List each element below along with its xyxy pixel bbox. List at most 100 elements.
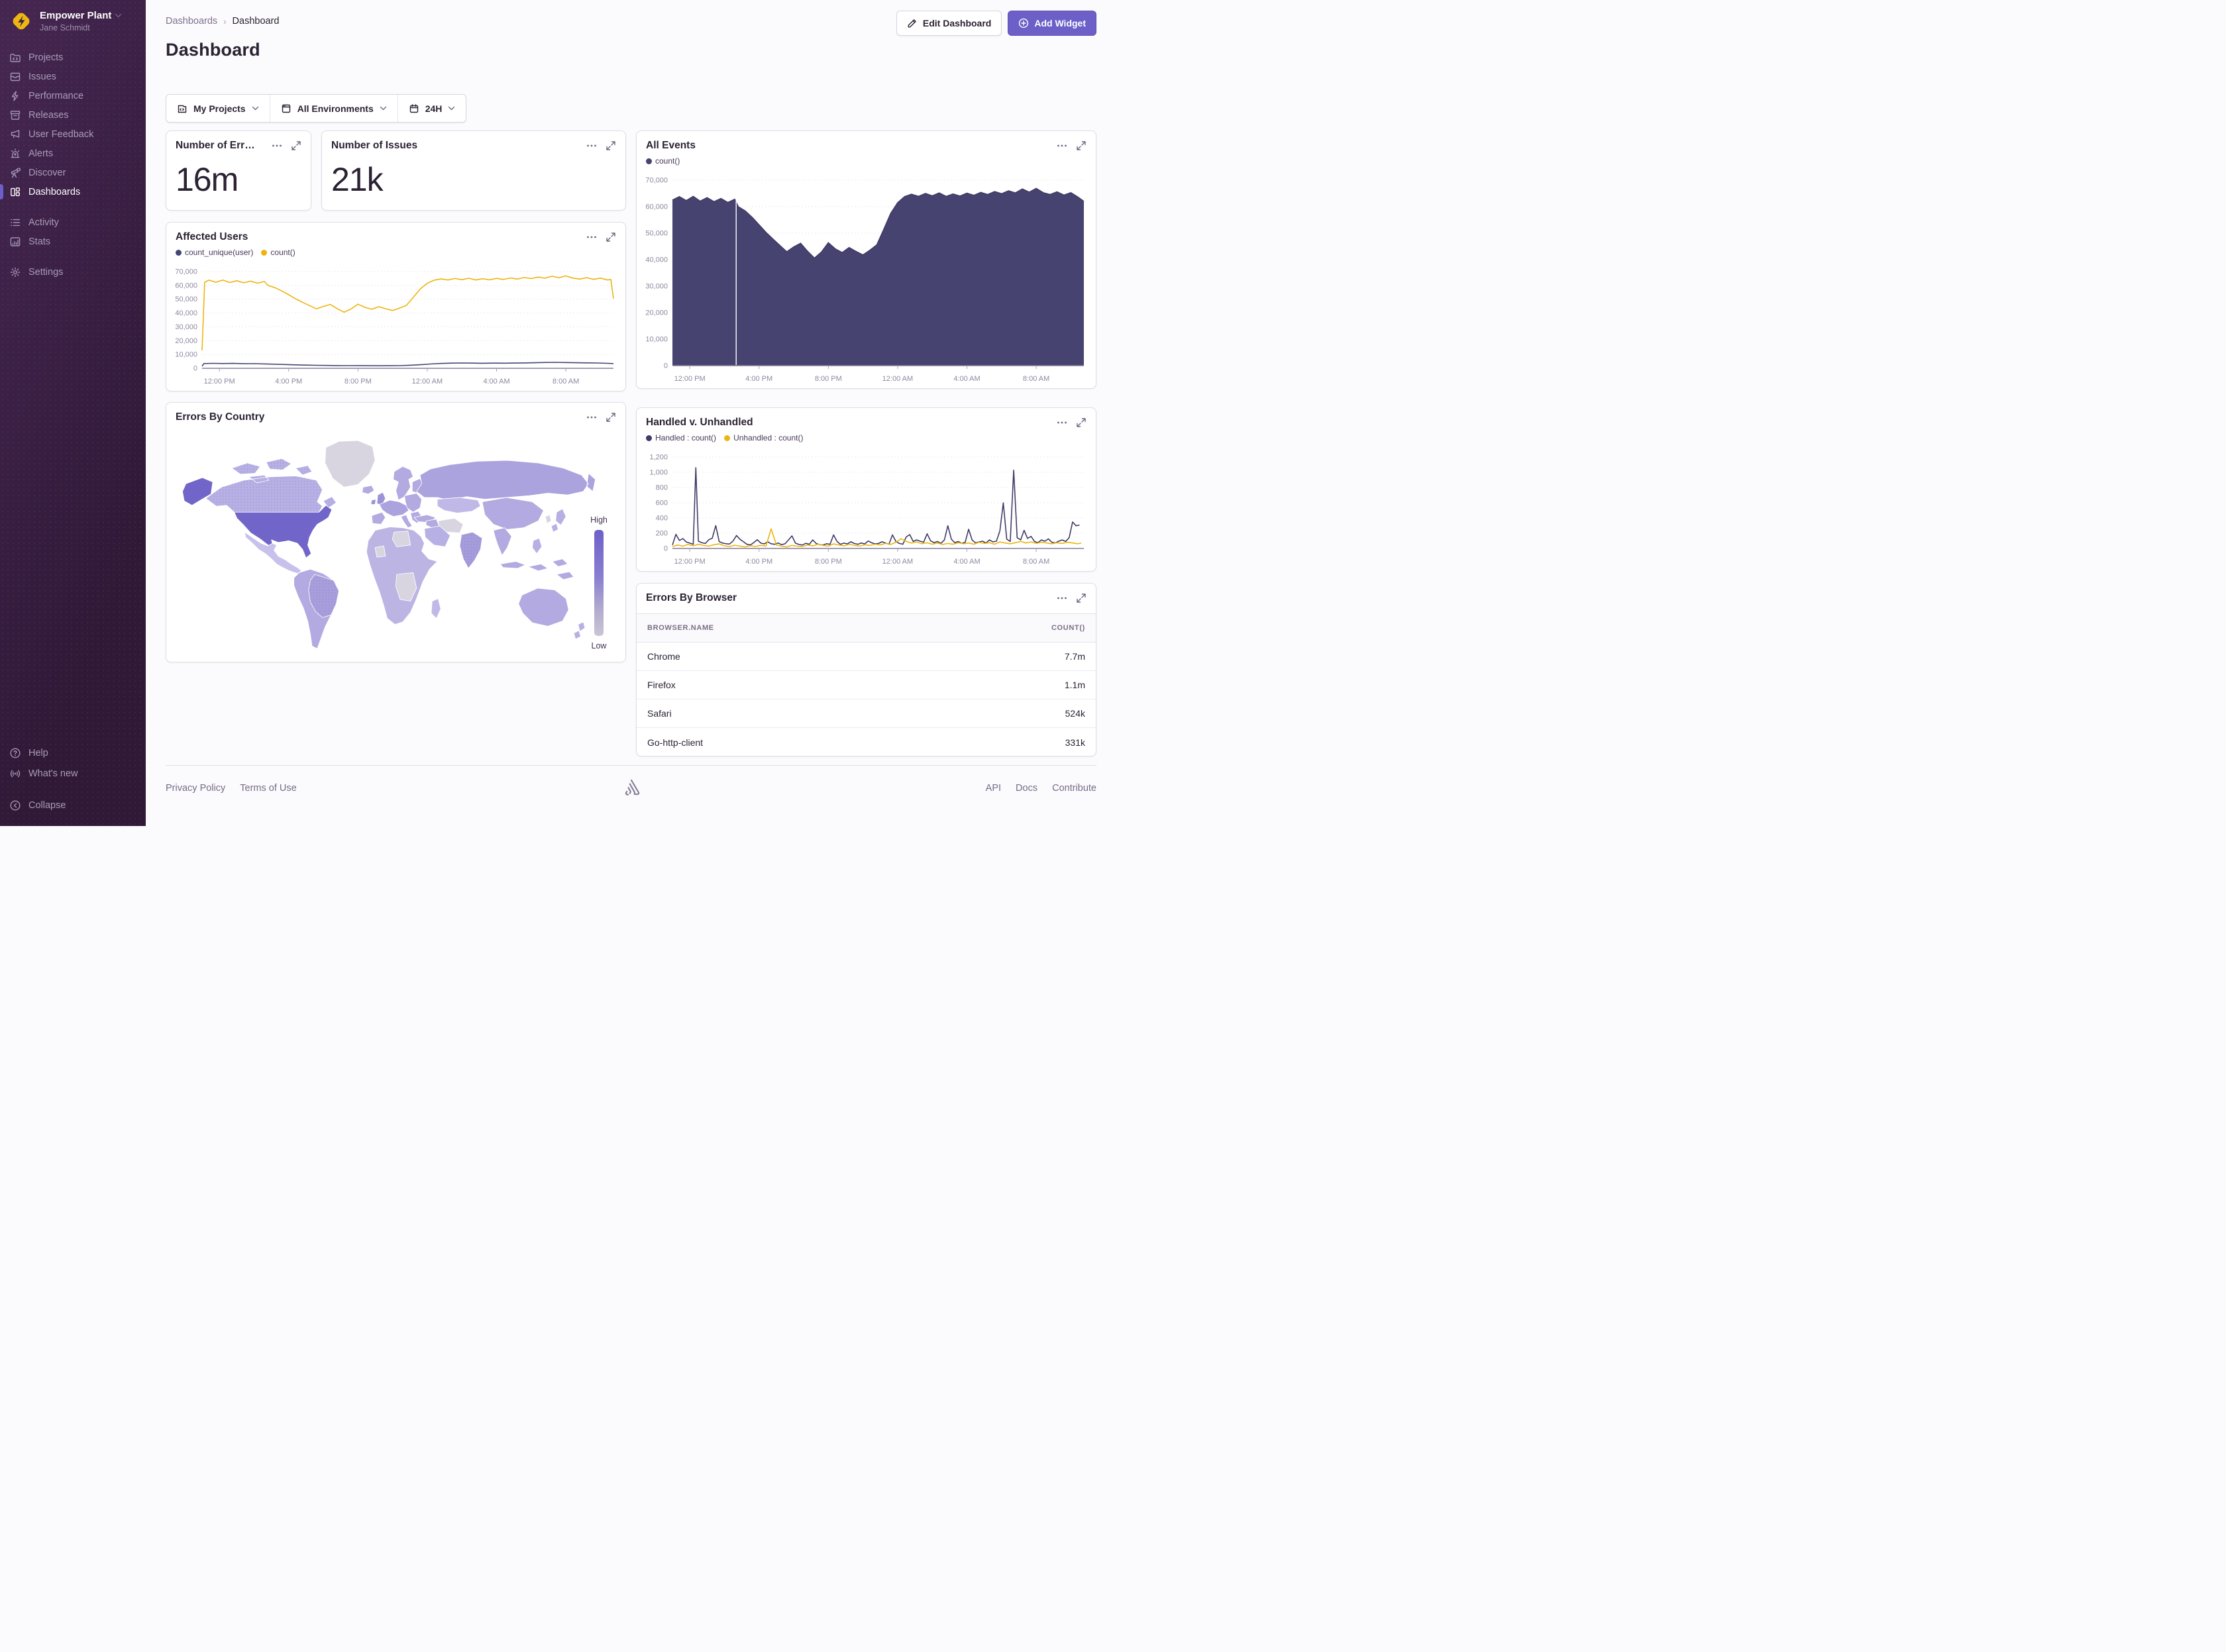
map-region-west_europe[interactable] xyxy=(380,500,409,517)
map-region-iberia[interactable] xyxy=(372,512,386,524)
table-row[interactable]: Chrome7.7m xyxy=(637,643,1096,671)
sidebar-item-user-feedback[interactable]: User Feedback xyxy=(0,125,146,144)
breadcrumb-dashboards-link[interactable]: Dashboards xyxy=(166,16,217,26)
edit-dashboard-button[interactable]: Edit Dashboard xyxy=(896,11,1002,36)
map-region-usa[interactable] xyxy=(235,505,332,558)
sidebar-item-help[interactable]: Help xyxy=(0,743,146,763)
svg-text:600: 600 xyxy=(656,499,668,507)
ellipsis-menu-icon[interactable] xyxy=(1057,140,1067,151)
footer-link-terms-of-use[interactable]: Terms of Use xyxy=(240,783,296,794)
environments-filter[interactable]: All Environments xyxy=(270,95,398,122)
svg-text:30,000: 30,000 xyxy=(645,283,668,291)
sidebar-item-performance[interactable]: Performance xyxy=(0,86,146,105)
sidebar-item-discover[interactable]: Discover xyxy=(0,163,146,182)
sidebar-item-what-s-new[interactable]: What's new xyxy=(0,763,146,784)
ellipsis-menu-icon[interactable] xyxy=(586,232,597,242)
svg-text:0: 0 xyxy=(193,365,197,373)
expand-icon[interactable] xyxy=(606,412,616,423)
table-row[interactable]: Go-http-client331k xyxy=(637,728,1096,756)
ellipsis-menu-icon[interactable] xyxy=(1057,593,1067,603)
sidebar-nav-bottom: Help What's new Collapse xyxy=(0,743,146,815)
expand-icon[interactable] xyxy=(606,232,616,242)
ellipsis-menu-icon[interactable] xyxy=(586,140,597,151)
time-range-filter[interactable]: 24H xyxy=(398,95,466,122)
sidebar-item-releases[interactable]: Releases xyxy=(0,105,146,125)
count-cell: 7.7m xyxy=(1065,651,1085,662)
ellipsis-menu-icon[interactable] xyxy=(272,140,282,151)
sidebar-item-alerts[interactable]: Alerts xyxy=(0,144,146,163)
map-region-sea[interactable] xyxy=(494,528,511,556)
table-row[interactable]: Safari524k xyxy=(637,699,1096,728)
expand-icon[interactable] xyxy=(1076,140,1086,151)
map-region-libya[interactable] xyxy=(392,531,410,546)
map-region-italy[interactable] xyxy=(401,515,412,528)
legend-item[interactable]: count() xyxy=(646,156,680,166)
sidebar-item-collapse[interactable]: Collapse xyxy=(0,795,146,815)
column-browser-name[interactable]: BROWSER.NAME xyxy=(647,624,714,632)
sidebar-item-activity[interactable]: Activity xyxy=(0,213,146,232)
feedback-icon xyxy=(9,129,21,140)
sidebar-item-issues[interactable]: Issues xyxy=(0,67,146,86)
table-row[interactable]: Firefox1.1m xyxy=(637,671,1096,699)
sidebar-item-label: Performance xyxy=(28,91,83,101)
map-region-png[interactable] xyxy=(556,572,574,580)
app-root: Empower Plant Jane Schmidt Projects Issue… xyxy=(0,0,1113,826)
map-region-canada[interactable] xyxy=(206,458,337,512)
legend-item[interactable]: Unhandled : count() xyxy=(724,433,803,442)
svg-text:60,000: 60,000 xyxy=(645,203,668,211)
expand-icon[interactable] xyxy=(606,140,616,151)
column-count[interactable]: COUNT() xyxy=(1051,624,1085,632)
map-region-sahel[interactable] xyxy=(375,546,386,557)
help-icon xyxy=(9,747,21,759)
map-region-philippines[interactable] xyxy=(533,538,542,553)
expand-icon[interactable] xyxy=(1076,417,1086,428)
org-switcher[interactable]: Empower Plant Jane Schmidt xyxy=(0,0,146,40)
browser-name-cell: Firefox xyxy=(647,680,676,690)
map-region-russia[interactable] xyxy=(417,460,596,500)
handled-unhandled-chart[interactable]: 02004006008001,0001,20012:00 PM4:00 PM8:… xyxy=(639,449,1090,568)
map-region-china[interactable] xyxy=(482,497,544,529)
map-region-indonesia[interactable] xyxy=(500,559,568,571)
footer-link-docs[interactable]: Docs xyxy=(1016,783,1037,794)
legend-item[interactable]: Handled : count() xyxy=(646,433,716,442)
legend-item[interactable]: count() xyxy=(261,248,295,257)
footer-links-right: API Docs Contribute xyxy=(986,783,1096,794)
footer-link-api[interactable]: API xyxy=(986,783,1001,794)
add-widget-button[interactable]: Add Widget xyxy=(1008,11,1096,36)
svg-text:8:00 PM: 8:00 PM xyxy=(815,375,842,383)
ellipsis-menu-icon[interactable] xyxy=(586,412,597,423)
map-region-australia[interactable] xyxy=(519,588,569,626)
breadcrumb: Dashboards › Dashboard xyxy=(166,16,279,26)
affected-users-chart[interactable]: 010,00020,00030,00040,00050,00060,00070,… xyxy=(169,264,620,388)
map-region-nz[interactable] xyxy=(574,622,585,639)
all-events-chart[interactable]: 010,00020,00030,00040,00050,00060,00070,… xyxy=(639,172,1090,386)
map-region-iceland[interactable] xyxy=(362,486,374,494)
sidebar-item-label: What's new xyxy=(28,768,78,779)
world-map[interactable] xyxy=(173,432,619,656)
map-region-japan[interactable] xyxy=(551,509,566,532)
issues-icon xyxy=(9,71,21,83)
sidebar-item-stats[interactable]: Stats xyxy=(0,232,146,251)
pencil-icon xyxy=(907,18,918,28)
footer-link-contribute[interactable]: Contribute xyxy=(1052,783,1096,794)
map-legend-low-label: Low xyxy=(586,641,612,650)
sidebar-item-label: Projects xyxy=(28,52,63,63)
expand-icon[interactable] xyxy=(1076,593,1086,603)
projects-filter[interactable]: My Projects xyxy=(166,95,270,122)
footer-link-privacy-policy[interactable]: Privacy Policy xyxy=(166,783,225,794)
expand-icon[interactable] xyxy=(291,140,301,151)
map-region-korea[interactable] xyxy=(545,515,551,523)
svg-text:8:00 AM: 8:00 AM xyxy=(1023,558,1049,566)
svg-text:50,000: 50,000 xyxy=(645,230,668,238)
sidebar-item-dashboards[interactable]: Dashboards xyxy=(0,182,146,201)
map-region-madagascar[interactable] xyxy=(431,599,441,619)
map-region-greenland[interactable] xyxy=(325,440,376,487)
ellipsis-menu-icon[interactable] xyxy=(1057,417,1067,428)
collapse-icon xyxy=(9,800,21,811)
map-region-alaska[interactable] xyxy=(182,478,213,505)
legend-item[interactable]: count_unique(user) xyxy=(176,248,253,257)
map-region-kazakh[interactable] xyxy=(437,497,480,513)
sidebar-item-settings[interactable]: Settings xyxy=(0,262,146,282)
map-region-india[interactable] xyxy=(460,532,482,568)
sidebar-item-projects[interactable]: Projects xyxy=(0,48,146,67)
